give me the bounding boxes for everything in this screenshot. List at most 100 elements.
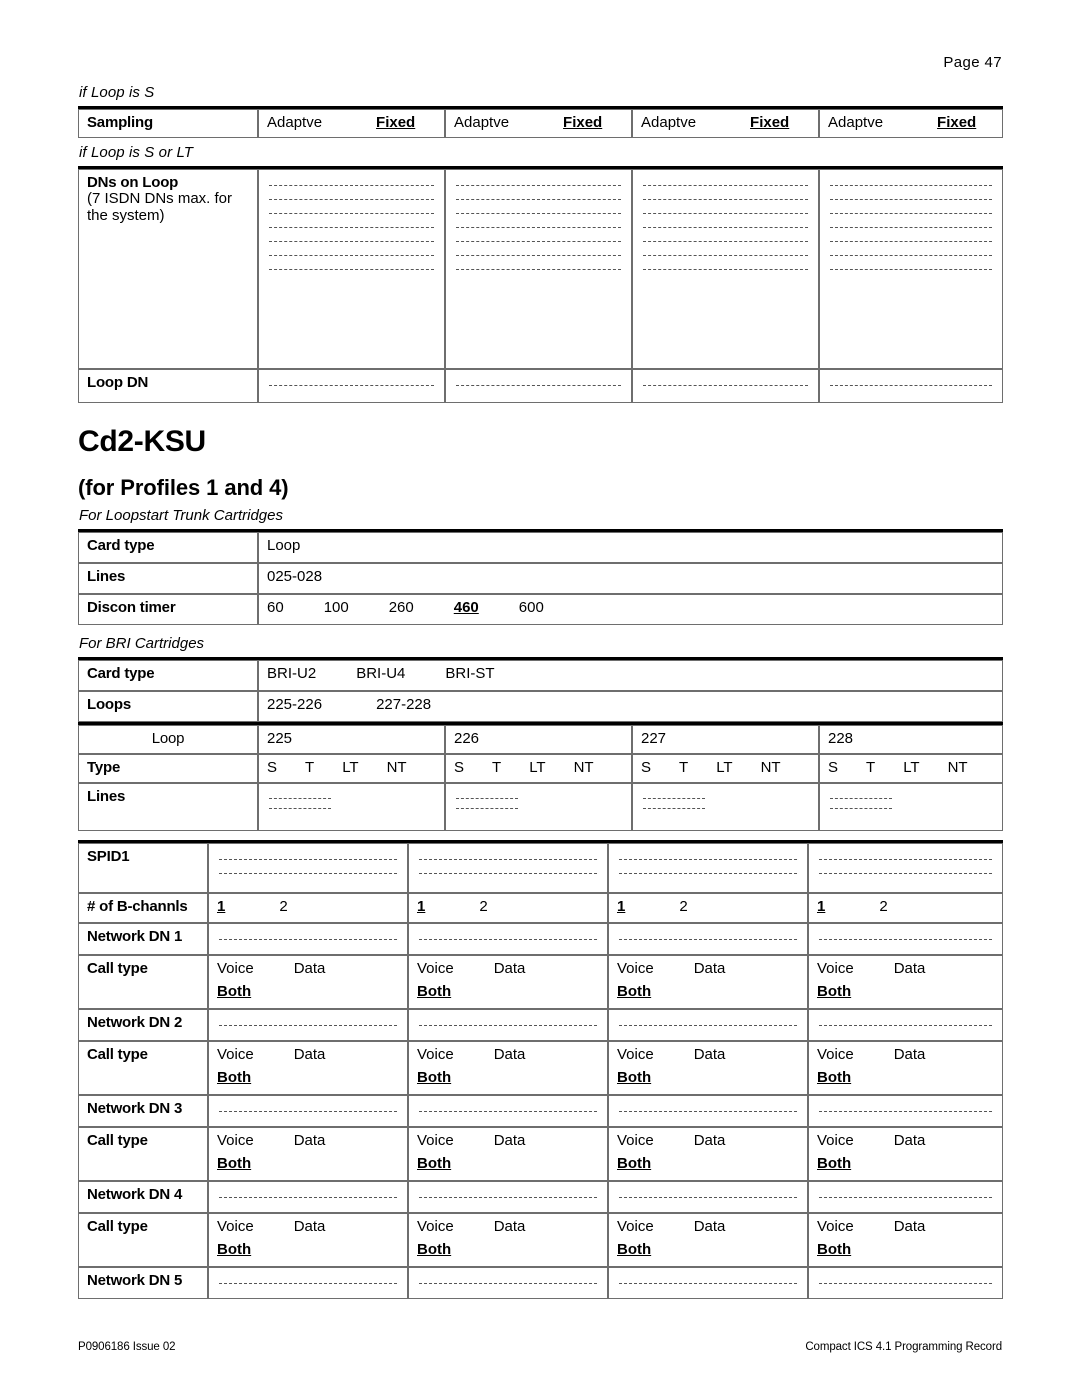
option-both[interactable]: Both [417, 983, 451, 1001]
option-voice[interactable]: Voice [417, 1046, 454, 1064]
write-line[interactable] [819, 872, 992, 874]
bri-lines-cell-3[interactable] [632, 782, 819, 831]
option-2[interactable]: 2 [479, 898, 487, 916]
option-both[interactable]: Both [817, 1069, 851, 1087]
option-nt[interactable]: NT [574, 759, 594, 777]
write-line[interactable] [643, 797, 705, 799]
option-data[interactable]: Data [694, 1046, 726, 1064]
write-line[interactable] [830, 212, 992, 214]
option-data[interactable]: Data [494, 960, 526, 978]
write-line[interactable] [456, 268, 621, 270]
option-both[interactable]: Both [417, 1069, 451, 1087]
type-options-2[interactable]: S T LT NT [445, 753, 632, 783]
write-line[interactable] [819, 1110, 992, 1112]
option-data[interactable]: Data [894, 1132, 926, 1150]
option-lt[interactable]: LT [903, 759, 919, 777]
option-voice[interactable]: Voice [217, 1218, 254, 1236]
option-both[interactable]: Both [217, 1069, 251, 1087]
option-voice[interactable]: Voice [217, 1132, 254, 1150]
call-type-cell-4[interactable]: Voice Data Both [808, 1212, 1003, 1267]
option-t[interactable]: T [305, 759, 314, 777]
discon-timer-options[interactable]: 60 100 260 460 600 [258, 593, 1003, 625]
option-data[interactable]: Data [894, 960, 926, 978]
write-line[interactable] [219, 938, 397, 940]
option-2[interactable]: 2 [279, 898, 287, 916]
option-data[interactable]: Data [294, 1046, 326, 1064]
network-dn-5-cell-4[interactable] [808, 1266, 1003, 1299]
network-dn-4-cell-2[interactable] [408, 1180, 608, 1213]
option-both[interactable]: Both [217, 1155, 251, 1173]
option-both[interactable]: Both [617, 1155, 651, 1173]
write-line[interactable] [456, 226, 621, 228]
type-options-3[interactable]: S T LT NT [632, 753, 819, 783]
option-adaptve[interactable]: Adaptve [641, 114, 696, 132]
option-fixed[interactable]: Fixed [750, 114, 789, 132]
option-t[interactable]: T [492, 759, 501, 777]
discon-option-600[interactable]: 600 [519, 599, 544, 617]
option-data[interactable]: Data [494, 1218, 526, 1236]
write-line[interactable] [619, 872, 797, 874]
network-dn-1-cell-4[interactable] [808, 922, 1003, 955]
option-voice[interactable]: Voice [617, 960, 654, 978]
write-line[interactable] [456, 797, 518, 799]
write-line[interactable] [643, 268, 808, 270]
write-line[interactable] [269, 797, 331, 799]
option-t[interactable]: T [866, 759, 875, 777]
network-dn-5-cell-1[interactable] [208, 1266, 408, 1299]
discon-option-100[interactable]: 100 [324, 599, 349, 617]
write-line[interactable] [219, 1024, 397, 1026]
option-1[interactable]: 1 [817, 898, 825, 916]
call-type-cell-1[interactable]: Voice Data Both [208, 1126, 408, 1181]
write-line[interactable] [819, 1024, 992, 1026]
write-line[interactable] [269, 212, 434, 214]
network-dn-5-cell-2[interactable] [408, 1266, 608, 1299]
write-line[interactable] [456, 807, 518, 809]
write-line[interactable] [269, 268, 434, 270]
sampling-cell-1[interactable]: Adaptve Fixed [258, 109, 445, 138]
network-dn-2-cell-2[interactable] [408, 1008, 608, 1041]
write-line[interactable] [830, 240, 992, 242]
write-line[interactable] [269, 226, 434, 228]
option-voice[interactable]: Voice [417, 1218, 454, 1236]
write-line[interactable] [456, 184, 621, 186]
network-dn-2-cell-3[interactable] [608, 1008, 808, 1041]
write-line[interactable] [830, 254, 992, 256]
loops-range-2[interactable]: 227-228 [376, 696, 431, 714]
option-data[interactable]: Data [894, 1218, 926, 1236]
option-data[interactable]: Data [494, 1046, 526, 1064]
discon-option-260[interactable]: 260 [389, 599, 414, 617]
loop-dn-write-cell-1[interactable] [258, 368, 445, 403]
write-line[interactable] [419, 858, 597, 860]
network-dn-3-cell-1[interactable] [208, 1094, 408, 1127]
option-data[interactable]: Data [494, 1132, 526, 1150]
write-line[interactable] [269, 184, 434, 186]
option-nt[interactable]: NT [387, 759, 407, 777]
write-line[interactable] [830, 268, 992, 270]
write-line[interactable] [643, 240, 808, 242]
option-fixed[interactable]: Fixed [376, 114, 415, 132]
loops-range-1[interactable]: 225-226 [267, 696, 322, 714]
write-line[interactable] [219, 872, 397, 874]
option-bri-st[interactable]: BRI-ST [445, 665, 494, 683]
sampling-cell-2[interactable]: Adaptve Fixed [445, 109, 632, 138]
call-type-cell-1[interactable]: Voice Data Both [208, 1212, 408, 1267]
option-both[interactable]: Both [217, 983, 251, 1001]
write-line[interactable] [830, 226, 992, 228]
write-line[interactable] [456, 212, 621, 214]
call-type-cell-2[interactable]: Voice Data Both [408, 954, 608, 1009]
b-channels-cell-4[interactable]: 12 [808, 892, 1003, 923]
option-voice[interactable]: Voice [817, 1046, 854, 1064]
write-line[interactable] [419, 1110, 597, 1112]
loopstart-card-type-value[interactable]: Loop [258, 531, 1003, 563]
option-both[interactable]: Both [817, 1241, 851, 1259]
b-channels-cell-2[interactable]: 12 [408, 892, 608, 923]
spid1-cell-2[interactable] [408, 842, 608, 893]
write-line[interactable] [819, 1196, 992, 1198]
option-lt[interactable]: LT [529, 759, 545, 777]
call-type-cell-2[interactable]: Voice Data Both [408, 1040, 608, 1095]
option-data[interactable]: Data [694, 1218, 726, 1236]
write-line[interactable] [643, 384, 808, 386]
write-line[interactable] [619, 1282, 797, 1284]
write-line[interactable] [830, 184, 992, 186]
write-line[interactable] [219, 858, 397, 860]
